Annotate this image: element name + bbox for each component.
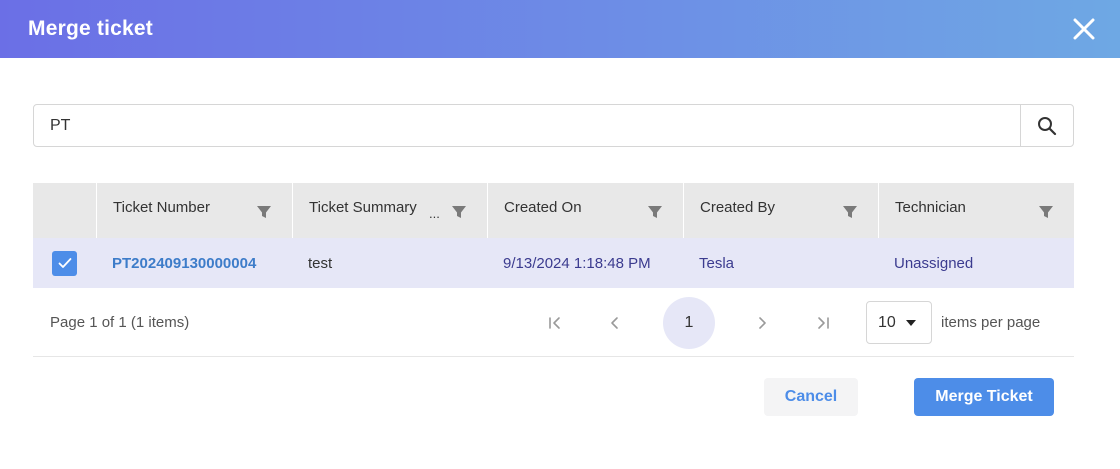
technician-cell: Unassigned xyxy=(878,238,1074,288)
items-per-page-label: items per page xyxy=(941,313,1041,331)
prev-page-icon xyxy=(611,317,618,329)
created-by-cell: Tesla xyxy=(683,238,878,288)
filter-icon[interactable] xyxy=(451,204,467,220)
first-page-button[interactable] xyxy=(539,307,571,339)
truncation-marker: ... xyxy=(429,206,440,221)
column-label: Created By xyxy=(700,199,776,216)
pager-info: Page 1 of 1 (1 items) xyxy=(50,313,190,331)
column-header-ticket-summary[interactable]: Ticket Summary ... xyxy=(292,183,487,238)
last-page-icon xyxy=(818,317,829,329)
first-page-icon xyxy=(549,317,560,329)
search-box xyxy=(33,104,1074,147)
column-header-created-by[interactable]: Created By xyxy=(683,183,878,238)
page-size-value: 10 xyxy=(878,313,896,331)
page-size-dropdown[interactable]: 10 xyxy=(866,301,932,344)
column-label: Technician xyxy=(895,199,966,216)
column-label: Ticket Number xyxy=(113,199,210,216)
next-page-icon xyxy=(759,317,766,329)
ticket-summary: test xyxy=(308,254,333,272)
tickets-grid: Ticket Number Ticket Summary ... Created… xyxy=(33,183,1074,288)
merge-ticket-button[interactable]: Merge Ticket xyxy=(914,378,1054,416)
ticket-summary-cell: test xyxy=(292,238,487,288)
caret-down-icon xyxy=(906,320,916,326)
page-number-button[interactable]: 1 xyxy=(663,297,715,349)
header-select-cell xyxy=(33,183,96,238)
search-icon xyxy=(1038,116,1057,135)
row-select-cell xyxy=(33,238,96,288)
dialog-header: Merge ticket xyxy=(0,0,1120,58)
search-input[interactable] xyxy=(34,105,1020,146)
table-row[interactable]: PT202409130000004 test 9/13/2024 1:18:48… xyxy=(33,238,1074,288)
filter-icon[interactable] xyxy=(647,204,663,220)
ticket-number-cell: PT202409130000004 xyxy=(96,238,292,288)
filter-icon[interactable] xyxy=(256,204,272,220)
created-on: 9/13/2024 1:18:48 PM xyxy=(503,254,651,272)
created-by: Tesla xyxy=(699,254,735,272)
filter-icon[interactable] xyxy=(1038,204,1054,220)
ticket-number-link[interactable]: PT202409130000004 xyxy=(112,255,256,272)
pager: Page 1 of 1 (1 items) 1 10 items per pag… xyxy=(33,288,1074,357)
column-header-technician[interactable]: Technician xyxy=(878,183,1074,238)
filter-icon[interactable] xyxy=(842,204,858,220)
next-page-button[interactable] xyxy=(746,307,778,339)
search-button[interactable] xyxy=(1020,105,1073,146)
technician: Unassigned xyxy=(894,254,974,272)
dialog-title: Merge ticket xyxy=(28,17,153,40)
grid-header: Ticket Number Ticket Summary ... Created… xyxy=(33,183,1074,238)
column-header-created-on[interactable]: Created On xyxy=(487,183,683,238)
close-button[interactable] xyxy=(1070,15,1098,43)
column-label: Ticket Summary xyxy=(309,199,417,216)
check-icon xyxy=(58,258,71,268)
column-label: Created On xyxy=(504,199,582,216)
prev-page-button[interactable] xyxy=(599,307,631,339)
column-header-ticket-number[interactable]: Ticket Number xyxy=(96,183,292,238)
row-checkbox[interactable] xyxy=(52,250,77,276)
cancel-button[interactable]: Cancel xyxy=(764,378,858,416)
created-on-cell: 9/13/2024 1:18:48 PM xyxy=(487,238,683,288)
last-page-button[interactable] xyxy=(807,307,839,339)
close-icon xyxy=(1073,18,1095,40)
